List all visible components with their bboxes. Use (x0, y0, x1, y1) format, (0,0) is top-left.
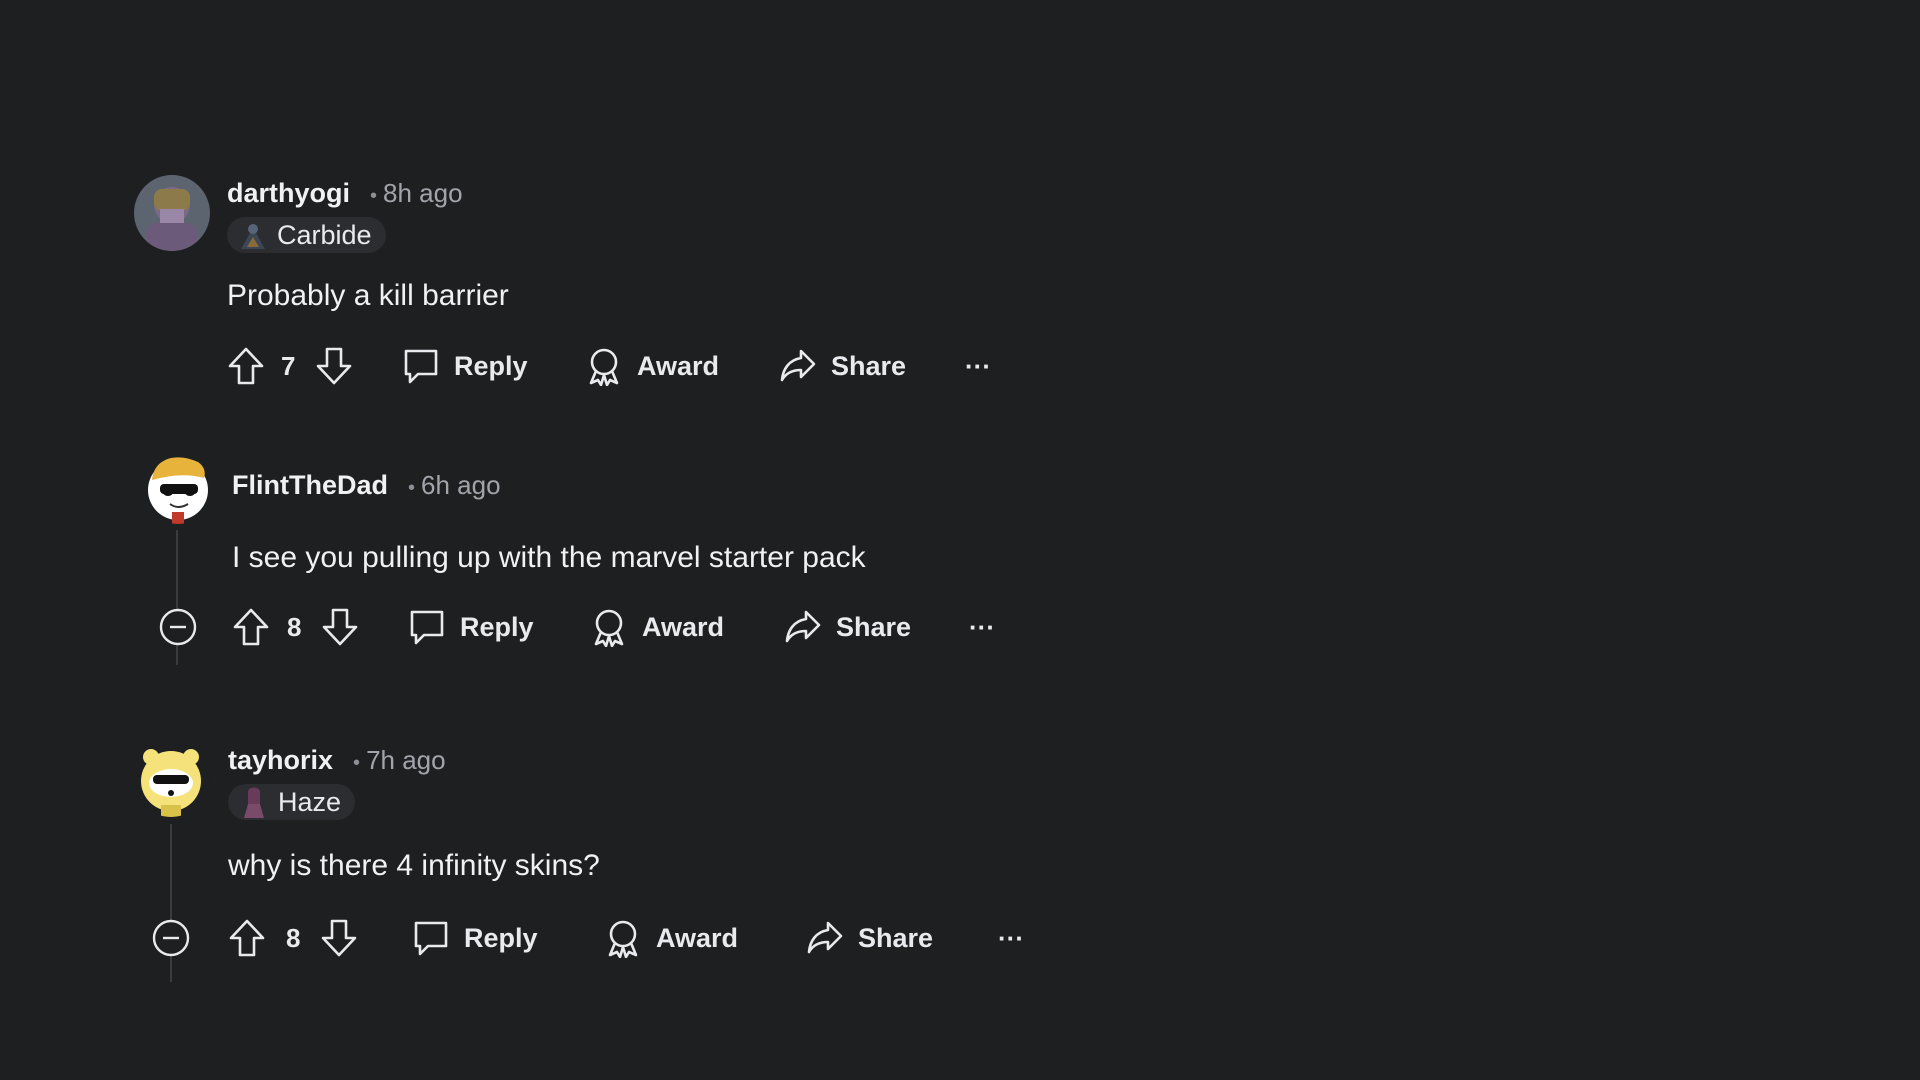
award-label: Award (637, 350, 720, 381)
award-icon (589, 348, 619, 386)
more-options-button[interactable]: ··· (998, 914, 1024, 962)
user-flair: Haze (228, 784, 356, 820)
collapse-thread-button[interactable] (158, 607, 198, 647)
reply-icon (404, 349, 438, 384)
reply-label: Reply (464, 922, 538, 953)
award-button[interactable]: Award (590, 603, 724, 651)
award-label: Award (642, 611, 725, 642)
vote-count: 8 (286, 922, 301, 953)
award-label: Award (656, 922, 739, 953)
upvote-icon (233, 608, 269, 646)
thread-line[interactable] (170, 824, 172, 982)
username[interactable]: tayhorix (228, 745, 333, 776)
share-label: Share (858, 922, 934, 953)
username[interactable]: darthyogi (227, 178, 350, 209)
share-button[interactable]: Share (806, 914, 933, 962)
reply-button[interactable]: Reply (408, 603, 534, 651)
share-label: Share (836, 611, 912, 642)
collapse-thread-button[interactable] (151, 918, 191, 958)
avatar[interactable] (133, 741, 209, 817)
downvote-button[interactable] (315, 342, 353, 390)
share-label: Share (831, 350, 907, 381)
avatar[interactable] (140, 448, 216, 524)
comment-text: why is there 4 infinity skins? (228, 849, 600, 882)
reply-label: Reply (454, 350, 528, 381)
upvote-icon (229, 919, 265, 957)
collapse-icon (159, 608, 197, 646)
upvote-button[interactable] (232, 603, 270, 651)
downvote-icon (321, 919, 357, 957)
comments-page: darthyogi • 8h ago Carbide Probably a ki… (0, 0, 1920, 1080)
award-icon (594, 609, 624, 647)
reply-icon (414, 921, 448, 956)
username[interactable]: FlintTheDad (232, 470, 388, 501)
flair-icon (238, 786, 270, 818)
vote-count: 7 (281, 350, 296, 381)
more-icon: ··· (969, 611, 995, 642)
reply-button[interactable]: Reply (412, 914, 538, 962)
share-button[interactable]: Share (779, 342, 906, 390)
avatar[interactable] (134, 175, 210, 251)
flair-label: Carbide (277, 219, 372, 250)
award-icon (608, 920, 638, 958)
upvote-button[interactable] (228, 914, 266, 962)
user-flair: Carbide (227, 217, 386, 253)
flair-label: Haze (278, 786, 342, 817)
share-button[interactable]: Share (784, 603, 911, 651)
share-icon (807, 921, 843, 954)
downvote-button[interactable] (320, 914, 358, 962)
timestamp[interactable]: 6h ago (421, 470, 501, 501)
timestamp[interactable]: 8h ago (383, 178, 463, 209)
more-icon: ··· (998, 922, 1024, 953)
comment-text: Probably a kill barrier (227, 279, 509, 312)
downvote-icon (316, 347, 352, 385)
flair-icon (237, 219, 269, 251)
separator-dot: • (370, 185, 378, 207)
upvote-button[interactable] (227, 342, 265, 390)
reply-button[interactable]: Reply (402, 342, 528, 390)
upvote-icon (228, 347, 264, 385)
share-icon (785, 610, 821, 643)
more-options-button[interactable]: ··· (969, 603, 995, 651)
share-icon (780, 349, 816, 382)
award-button[interactable]: Award (585, 342, 719, 390)
award-button[interactable]: Award (604, 914, 738, 962)
downvote-icon (322, 608, 358, 646)
vote-count: 8 (287, 611, 302, 642)
separator-dot: • (353, 752, 361, 774)
downvote-button[interactable] (321, 603, 359, 651)
reply-label: Reply (460, 611, 534, 642)
timestamp[interactable]: 7h ago (366, 745, 446, 776)
separator-dot: • (408, 477, 416, 499)
more-options-button[interactable]: ··· (965, 342, 991, 390)
collapse-icon (152, 919, 190, 957)
comment-text: I see you pulling up with the marvel sta… (232, 541, 866, 574)
reply-icon (410, 610, 444, 645)
more-icon: ··· (965, 350, 991, 381)
